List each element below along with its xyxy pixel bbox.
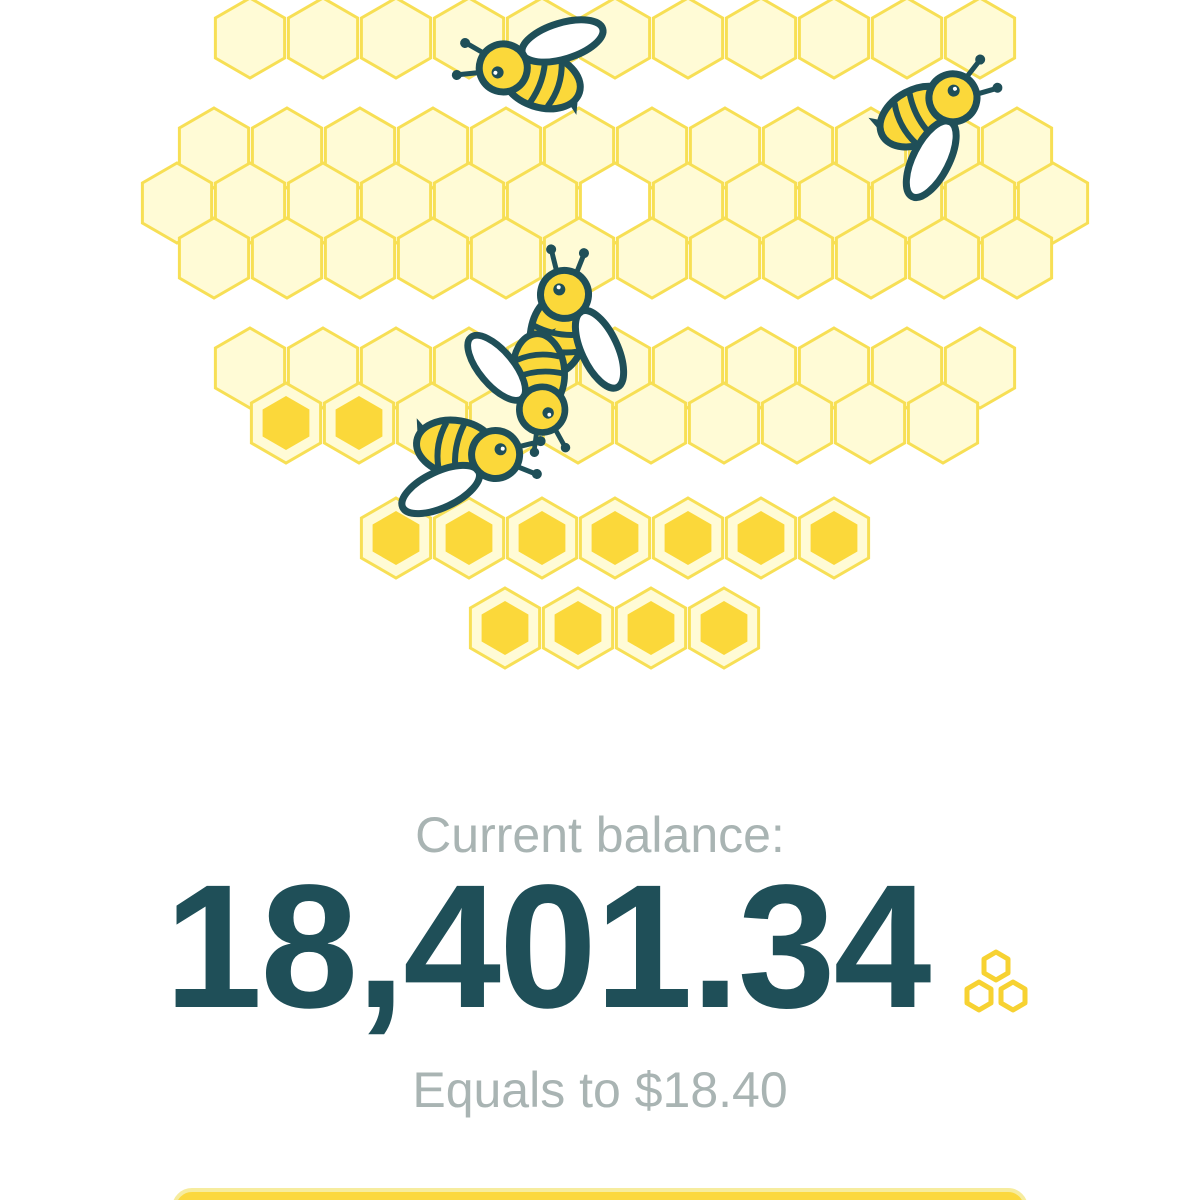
equivalent-amount: Equals to $18.40 (412, 1062, 788, 1118)
honeycomb-cell (651, 0, 725, 80)
balance-amount: 18,401.34 (164, 849, 932, 1045)
honeycomb-cell (359, 0, 433, 80)
honeycomb-icon (964, 949, 1028, 1013)
app-screen: Current balance: 18,401.34 Equals to $18… (0, 0, 1200, 1200)
honeycomb-cell (286, 0, 360, 80)
honeycomb-cell (724, 0, 798, 80)
balance-row: 18,401.34 (0, 849, 1200, 1045)
honeycomb-cell (870, 0, 944, 80)
primary-action-button[interactable] (172, 1188, 1028, 1200)
honeycomb-hive (140, 0, 1090, 670)
honeycomb-cell (797, 0, 871, 80)
honeycomb-cell (213, 0, 287, 80)
honeycomb-cell (943, 0, 1017, 80)
